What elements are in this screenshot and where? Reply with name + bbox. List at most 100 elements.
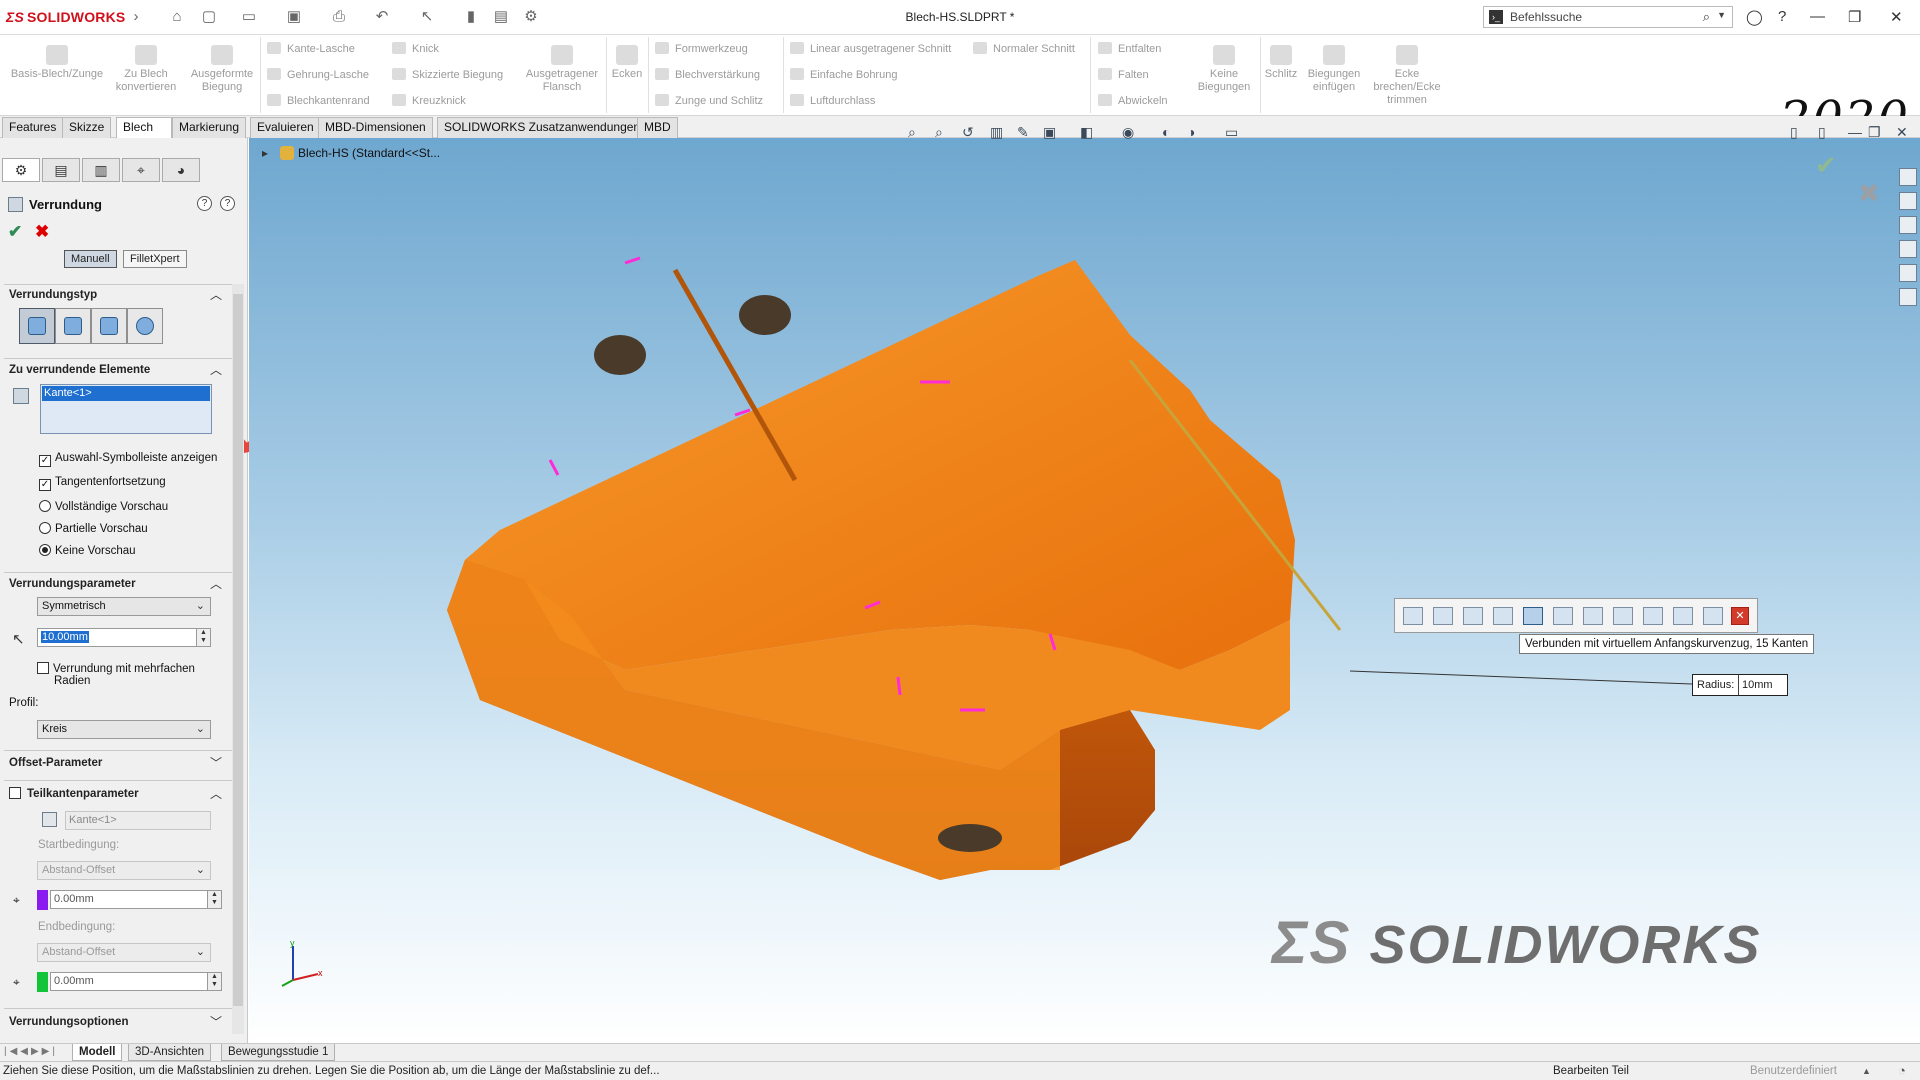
chevron-down-icon[interactable]: ﹀ <box>210 753 222 773</box>
section-fillet-options[interactable]: Verrundungsoptionen ﹀ <box>0 1012 236 1032</box>
chevron-up-icon[interactable]: ︿ <box>210 574 222 594</box>
ribbon-break-corner-button[interactable]: Ecke brechen/Ecke trimmen <box>1372 45 1442 107</box>
section-partial-edge-parameters[interactable]: Teilkantenparameter ︿ <box>0 784 236 804</box>
start-condition-select[interactable]: Abstand-Offset ⌄ <box>37 861 211 880</box>
file-properties-icon[interactable]: ▤ <box>492 8 510 26</box>
tab-sketch[interactable]: Skizze <box>62 117 112 138</box>
view-settings-icon[interactable]: ▭ <box>1225 124 1238 141</box>
chevron-up-icon[interactable]: ︿ <box>210 784 222 804</box>
radius-callout[interactable]: Radius: 10mm <box>1692 674 1788 696</box>
chevron-up-icon[interactable]: ︿ <box>210 360 222 380</box>
select-body-edges-icon[interactable] <box>1643 607 1663 625</box>
show-selection-toolbar-checkbox[interactable]: ✓ Auswahl-Symbolleiste anzeigen <box>39 452 217 467</box>
file-explorer-icon[interactable] <box>1899 216 1917 234</box>
end-condition-select[interactable]: Abstand-Offset ⌄ <box>37 943 211 962</box>
list-item[interactable]: Kante<1> <box>42 386 210 401</box>
notifications-icon[interactable]: ◔ <box>1898 1062 1906 1080</box>
display-manager-tab[interactable]: ◕ <box>162 158 200 182</box>
section-fillet-type[interactable]: Verrundungstyp ︿ <box>0 285 236 305</box>
unit-system-status[interactable]: Benutzerdefiniert <box>1750 1062 1837 1080</box>
ribbon-flatten-button[interactable]: Abwickeln <box>1098 94 1168 107</box>
radius-input[interactable]: 10.00mm ▲ ▼ <box>37 628 211 647</box>
tab-mbd[interactable]: MBD <box>637 117 678 138</box>
expand-menu-icon[interactable]: › <box>127 8 145 26</box>
section-items-to-fillet[interactable]: Zu verrundende Elemente ︿ <box>0 360 236 380</box>
edit-appearance-icon[interactable]: ◐ <box>1162 124 1170 140</box>
print-icon[interactable]: ⎙ <box>330 8 348 26</box>
ribbon-sketched-bend-button[interactable]: Skizzierte Biegung <box>392 68 503 81</box>
select-tangent-icon[interactable] <box>1463 607 1483 625</box>
ribbon-rip-button[interactable]: Schlitz <box>1264 45 1298 81</box>
ribbon-sheet-gusset-button[interactable]: Blechverstärkung <box>655 68 760 81</box>
filletxpert-mode-button[interactable]: FilletXpert <box>123 250 187 268</box>
ribbon-normal-cut-button[interactable]: Normaler Schnitt <box>973 42 1075 55</box>
sheet-metal-part[interactable] <box>430 230 1380 880</box>
ribbon-hem-button[interactable]: Blechkantenrand <box>267 94 370 107</box>
tab-mbd-dimensions[interactable]: MBD-Dimensionen <box>318 117 433 138</box>
mounting-hole[interactable] <box>594 335 646 375</box>
configuration-manager-tab[interactable]: ▥ <box>82 158 120 182</box>
section-fillet-parameters[interactable]: Verrundungsparameter ︿ <box>0 574 236 594</box>
help-icon[interactable]: ? <box>1778 8 1786 25</box>
ribbon-cross-break-button[interactable]: Kreuzknick <box>392 94 466 107</box>
viewport-split-icon[interactable]: ▯ <box>1818 124 1826 141</box>
cancel-button[interactable]: ✖ <box>35 222 49 242</box>
tab-addins[interactable]: SOLIDWORKS Zusatzanwendungen <box>437 117 648 138</box>
tab-scroll-arrows-icon[interactable]: |◀◀▶▶| <box>4 1046 58 1057</box>
appearances-icon[interactable] <box>1899 264 1917 282</box>
partial-edge-field[interactable]: Kante<1> <box>65 811 211 830</box>
viewport-restore-icon[interactable]: ❐ <box>1868 124 1881 141</box>
user-account-icon[interactable]: ◯ <box>1746 8 1763 26</box>
items-to-fillet-list[interactable]: Kante<1> <box>40 384 212 434</box>
whats-wrong-icon[interactable]: ? <box>197 196 212 211</box>
profile-select[interactable]: Kreis ⌄ <box>37 720 211 739</box>
select-chain-icon[interactable] <box>1703 607 1723 625</box>
viewport-tile-icon[interactable]: ▯ <box>1790 124 1798 141</box>
custom-properties-icon[interactable] <box>1899 288 1917 306</box>
tab-markup[interactable]: Markierung <box>172 117 247 138</box>
mounting-hole[interactable] <box>739 295 791 335</box>
ok-button[interactable]: ✔ <box>8 222 22 242</box>
solidworks-logo[interactable]: ƩS SOLIDWORKS <box>6 9 125 25</box>
spinner-icon[interactable]: ▲ ▼ <box>196 629 210 646</box>
select-icon[interactable]: ↖ <box>418 8 436 26</box>
ribbon-jog-button[interactable]: Knick <box>392 42 439 55</box>
chevron-down-icon[interactable]: ▼ <box>1717 10 1726 20</box>
ribbon-miter-flange-button[interactable]: Gehrung-Lasche <box>267 68 369 81</box>
fillet-method-select[interactable]: Symmetrisch ⌄ <box>37 597 211 616</box>
search-icon[interactable]: ⌕ <box>1703 9 1710 25</box>
tab-3d-views[interactable]: 3D-Ansichten <box>128 1044 212 1061</box>
full-round-fillet-button[interactable] <box>127 308 163 344</box>
resources-home-icon[interactable] <box>1899 168 1917 186</box>
partial-preview-radio[interactable]: Partielle Vorschau <box>39 522 148 535</box>
variable-size-fillet-button[interactable] <box>55 308 91 344</box>
slot-hole[interactable] <box>938 824 1002 852</box>
select-all-edges-icon[interactable] <box>1673 607 1693 625</box>
tangent-propagation-checkbox[interactable]: ✓ Tangentenfortsetzung <box>39 476 166 491</box>
save-icon[interactable]: ▣ <box>285 8 303 26</box>
section-view-icon[interactable]: ▥ <box>990 124 1003 141</box>
ribbon-simple-hole-button[interactable]: Einfache Bohrung <box>790 68 897 81</box>
home-icon[interactable]: ⌂ <box>168 8 186 26</box>
tab-motion-study[interactable]: Bewegungsstudie 1 <box>221 1044 336 1061</box>
rebuild-icon[interactable]: ▮ <box>462 8 480 26</box>
panel-scrollbar[interactable] <box>232 284 244 1034</box>
ribbon-edge-flange-button[interactable]: Kante-Lasche <box>267 42 355 55</box>
connected-virtual-loop-icon[interactable] <box>1523 607 1543 625</box>
view-palette-icon[interactable] <box>1899 240 1917 258</box>
ribbon-tab-slot-button[interactable]: Zunge und Schlitz <box>655 94 763 107</box>
dynamic-annotation-icon[interactable]: ✎ <box>1017 124 1029 141</box>
face-fillet-button[interactable] <box>91 308 127 344</box>
help-icon[interactable]: ? <box>220 196 235 211</box>
checkbox-icon[interactable] <box>9 787 21 799</box>
section-offset-parameters[interactable]: Offset-Parameter ﹀ <box>0 753 236 773</box>
dimxpert-tab[interactable]: ⌖ <box>122 158 160 182</box>
ribbon-fold-button[interactable]: Falten <box>1098 68 1149 81</box>
property-manager-tab[interactable]: ▤ <box>42 158 80 182</box>
ribbon-corners-button[interactable]: Ecken <box>608 45 646 81</box>
undo-icon[interactable]: ↶ <box>373 8 391 26</box>
feature-tree-flyout[interactable]: ▸ Blech-HS (Standard<<St... <box>262 146 440 160</box>
manual-mode-button[interactable]: Manuell <box>64 250 117 268</box>
start-offset-input[interactable]: 0.00mm ▲ ▼ <box>50 890 222 909</box>
select-convex-icon[interactable] <box>1493 607 1513 625</box>
